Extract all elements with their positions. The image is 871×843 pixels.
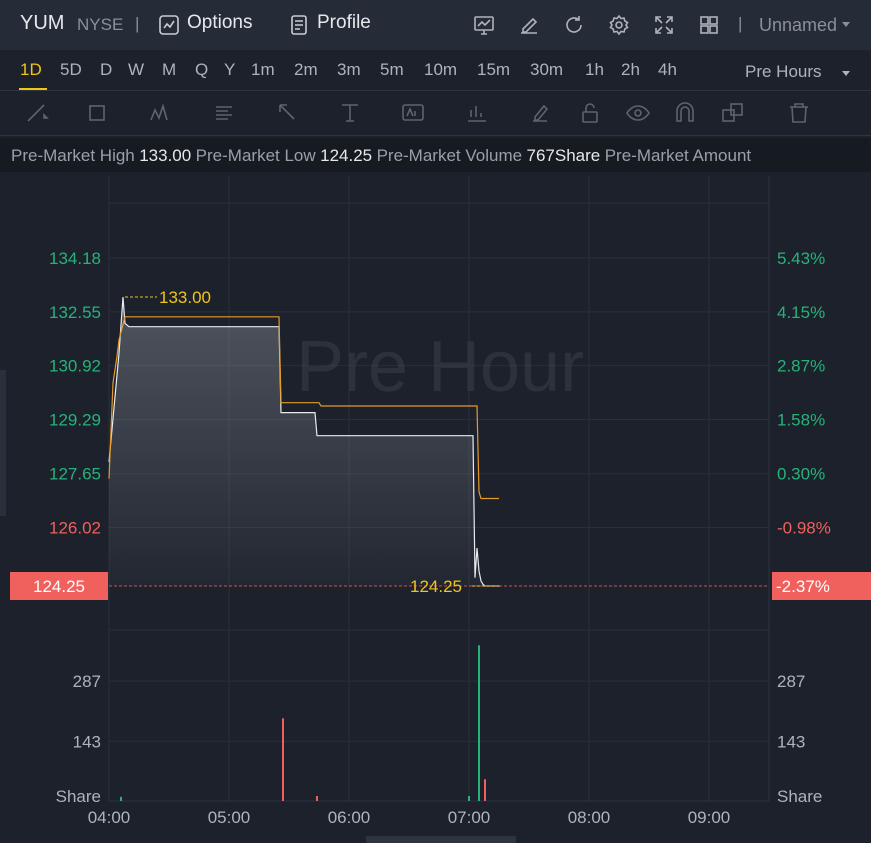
low-marker-label: 124.25 bbox=[410, 577, 462, 596]
volume-bar bbox=[282, 718, 284, 801]
symbol-label[interactable]: YUM bbox=[20, 12, 64, 35]
price-chart[interactable]: Pre Hour 133.00 124.25 134.18 132.55 130.92 12… bbox=[0, 172, 871, 843]
period-1m[interactable]: 1m bbox=[251, 60, 275, 80]
session-dropdown[interactable]: Pre Hours bbox=[745, 62, 822, 82]
pattern-tool-icon[interactable] bbox=[148, 101, 174, 125]
copy-icon[interactable] bbox=[720, 101, 746, 125]
volume-bar bbox=[468, 795, 470, 801]
volume-bar bbox=[484, 779, 486, 801]
high-marker-label: 133.00 bbox=[159, 288, 211, 307]
period-15m[interactable]: 15m bbox=[477, 60, 510, 80]
amount-label: Pre-Market Amount bbox=[604, 146, 752, 165]
edit-icon[interactable] bbox=[517, 13, 541, 37]
period-1d[interactable]: 1D bbox=[20, 60, 42, 80]
exchange-label: NYSE bbox=[77, 15, 124, 34]
price-tick-left: 127.65 bbox=[49, 465, 101, 484]
volume-label: Pre-Market Volume bbox=[376, 146, 523, 165]
period-w[interactable]: W bbox=[128, 60, 144, 80]
current-price-badge-text: 124.25 bbox=[33, 577, 85, 596]
high-label: Pre-Market High bbox=[11, 146, 135, 165]
sidebar-handle[interactable] bbox=[0, 370, 6, 516]
text-tool-icon[interactable] bbox=[338, 101, 364, 125]
volume-tick-right: Share bbox=[777, 787, 822, 806]
eye-icon[interactable] bbox=[625, 101, 651, 125]
period-y[interactable]: Y bbox=[224, 60, 235, 80]
volume-bar bbox=[316, 795, 318, 801]
period-10m[interactable]: 10m bbox=[424, 60, 457, 80]
time-tick-label: 05:00 bbox=[208, 808, 251, 827]
period-4h[interactable]: 4h bbox=[658, 60, 677, 80]
bar-chart-tool-icon[interactable] bbox=[464, 101, 490, 125]
chevron-down-icon[interactable] bbox=[840, 17, 852, 29]
session-chevron-icon[interactable] bbox=[840, 66, 852, 84]
separator-2: | bbox=[738, 14, 743, 33]
volume-tick-left: Share bbox=[56, 787, 101, 806]
percent-tick-right: 0.30% bbox=[777, 465, 825, 484]
volume-tick-right: 143 bbox=[777, 732, 805, 751]
volume-value: 767Share bbox=[526, 146, 601, 165]
period-q[interactable]: Q bbox=[195, 60, 208, 80]
period-m[interactable]: M bbox=[162, 60, 176, 80]
price-tick-left: 130.92 bbox=[49, 357, 101, 376]
annotation-tool-icon[interactable] bbox=[400, 101, 426, 125]
watermark-text: Pre Hour bbox=[296, 327, 584, 407]
rectangle-tool-icon[interactable] bbox=[86, 101, 112, 125]
low-label: Pre-Market Low bbox=[195, 146, 316, 165]
settings-icon[interactable] bbox=[607, 13, 631, 37]
percent-tick-right: 2.87% bbox=[777, 357, 825, 376]
premarket-info-bar: Pre-Market High 133.00 Pre-Market Low 12… bbox=[0, 138, 871, 172]
price-tick-left: 132.55 bbox=[49, 303, 101, 322]
price-tick-left: 129.29 bbox=[49, 411, 101, 430]
time-tick-label: 06:00 bbox=[328, 808, 371, 827]
trash-icon[interactable] bbox=[786, 101, 812, 125]
volume-bar bbox=[120, 796, 122, 801]
percent-tick-right: 5.43% bbox=[777, 249, 825, 268]
time-scroll-handle[interactable] bbox=[366, 836, 516, 843]
active-period-underline bbox=[19, 88, 47, 90]
volume-tick-left: 287 bbox=[73, 672, 101, 691]
period-d[interactable]: D bbox=[100, 60, 112, 80]
options-button[interactable]: Options bbox=[187, 12, 252, 34]
drawing-toolbar bbox=[0, 91, 871, 136]
percent-tick-right: -0.98% bbox=[777, 519, 831, 538]
high-value: 133.00 bbox=[139, 146, 192, 165]
brush-tool-icon[interactable] bbox=[528, 101, 554, 125]
options-chart-icon[interactable] bbox=[157, 13, 181, 37]
period-5m[interactable]: 5m bbox=[380, 60, 404, 80]
profile-button[interactable]: Profile bbox=[317, 12, 371, 34]
time-tick-label: 09:00 bbox=[688, 808, 731, 827]
top-bar: YUM NYSE | Options Profile | Unnamed bbox=[0, 0, 871, 50]
time-tick-label: 07:00 bbox=[448, 808, 491, 827]
period-30m[interactable]: 30m bbox=[530, 60, 563, 80]
separator: | bbox=[135, 14, 140, 33]
magnet-icon[interactable] bbox=[672, 101, 698, 125]
time-tick-label: 04:00 bbox=[88, 808, 131, 827]
refresh-icon[interactable] bbox=[562, 13, 586, 37]
period-5d[interactable]: 5D bbox=[60, 60, 82, 80]
layout-grid-icon[interactable] bbox=[697, 13, 721, 37]
period-3m[interactable]: 3m bbox=[337, 60, 361, 80]
document-icon[interactable] bbox=[287, 13, 311, 37]
period-2m[interactable]: 2m bbox=[294, 60, 318, 80]
percent-tick-right: 1.58% bbox=[777, 411, 825, 430]
period-selector: 1D 5D D W M Q Y 1m 2m 3m 5m 10m 15m 30m … bbox=[0, 50, 871, 91]
volume-tick-right: 287 bbox=[777, 672, 805, 691]
low-value: 124.25 bbox=[320, 146, 373, 165]
time-tick-label: 08:00 bbox=[568, 808, 611, 827]
price-tick-left: 134.18 bbox=[49, 249, 101, 268]
price-tick-left: 126.02 bbox=[49, 519, 101, 538]
volume-tick-left: 143 bbox=[73, 732, 101, 751]
percent-tick-right: 4.15% bbox=[777, 303, 825, 322]
fullscreen-icon[interactable] bbox=[652, 13, 676, 37]
period-1h[interactable]: 1h bbox=[585, 60, 604, 80]
period-2h[interactable]: 2h bbox=[621, 60, 640, 80]
arrow-tool-icon[interactable] bbox=[276, 101, 302, 125]
indicator-chart-icon[interactable] bbox=[472, 13, 496, 37]
current-change-badge-text: -2.37% bbox=[776, 577, 830, 596]
volume-bar bbox=[478, 645, 480, 801]
layout-name-dropdown[interactable]: Unnamed bbox=[759, 15, 837, 36]
trend-line-tool-icon[interactable] bbox=[24, 101, 50, 125]
fib-tool-icon[interactable] bbox=[212, 101, 238, 125]
lock-icon[interactable] bbox=[578, 101, 604, 125]
